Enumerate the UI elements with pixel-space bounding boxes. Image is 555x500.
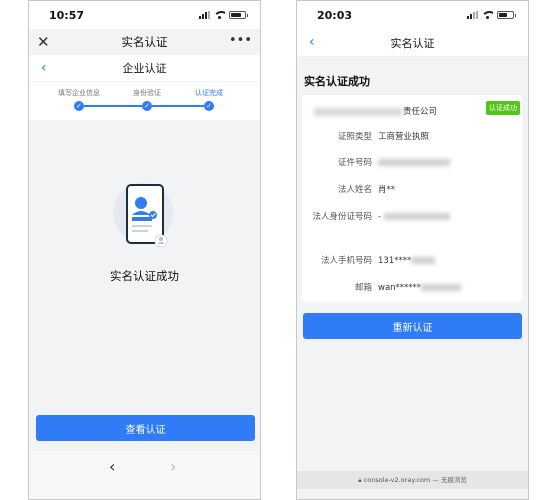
status-time: 20:03 [317,8,353,22]
company-name: 责任公司 [314,105,437,117]
certificate-illustration-icon [113,179,179,251]
sub-title: 企业认证 [122,62,167,75]
step-check-icon: ✓ [74,101,84,111]
battery-icon [497,11,516,19]
field-value [378,157,450,170]
status-badge: 认证成功 [486,101,520,115]
page-title: 实名认证 [121,35,168,49]
left-phone-screen: 10:57 ✕ 实名认证 ••• ‹ 企业认证 填写企业信息 身份验证 认证完成… [28,0,261,500]
right-phone-screen: 20:03 ‹ 实名认证 实名认证成功 责任公司 认证成功 证照类型 工商营业执… [296,0,529,500]
browser-url-bar[interactable]: 🔒︎ console-v2.oray.com — 无痕浏览 [297,471,528,489]
status-bar: 10:57 [29,1,260,29]
field-label: 邮箱 [354,283,372,293]
browser-bottom-nav: ‹ › [29,451,260,499]
lock-icon: 🔒︎ [358,476,362,484]
step-connector [152,105,204,107]
close-icon[interactable]: ✕ [37,32,50,52]
wifi-icon [482,11,493,19]
title-bar: ‹ 实名认证 [297,29,528,57]
step-connector [84,105,142,107]
step-check-icon: ✓ [142,101,152,111]
step-label-2: 身份验证 [133,89,161,97]
status-bar: 20:03 [297,1,528,29]
field-value: 131**** [378,255,436,268]
private-mode-label: — 无痕浏览 [432,476,467,484]
certification-info-card: 责任公司 认证成功 证照类型 工商营业执照 证件号码 法人姓名 肖** 法人身份… [302,95,522,302]
reverify-button[interactable]: 重新认证 [303,313,522,339]
battery-icon [229,11,248,19]
redacted-text [383,213,450,220]
title-bar: ✕ 实名认证 ••• [29,29,260,55]
chevron-left-icon[interactable]: ‹ [41,59,47,77]
field-value: wan****** [378,282,462,295]
company-suffix: 责任公司 [403,107,438,117]
step-label-1: 填写企业信息 [58,89,100,97]
status-time: 10:57 [49,8,85,22]
field-value: 肖** [378,185,396,195]
sub-header: ‹ 企业认证 [29,55,260,81]
wifi-icon [214,11,225,19]
signal-icon [199,11,210,19]
redacted-text [421,284,462,291]
step-label-3: 认证完成 [195,89,223,97]
chevron-left-icon[interactable]: ‹ [309,33,315,51]
field-label: 证照类型 [337,132,372,142]
field-label: 证件号码 [337,158,372,168]
system-icons [199,11,248,19]
field-value-text: wan****** [378,283,422,293]
view-certification-button[interactable]: 查看认证 [36,415,255,441]
field-label: 法人手机号码 [320,256,372,266]
chevron-left-icon[interactable]: ‹ [109,457,115,476]
redacted-text [411,257,436,264]
redacted-text [314,107,402,116]
url-host: console-v2.oray.com [363,476,431,484]
success-message: 实名认证成功 [110,269,179,283]
section-title: 实名认证成功 [304,75,370,88]
signal-icon [467,11,478,19]
more-dots-icon[interactable]: ••• [229,31,252,51]
field-value-text: 131**** [378,256,412,266]
redacted-text [378,159,450,166]
progress-steps: 填写企业信息 身份验证 认证完成 ✓ ✓ ✓ [29,82,260,120]
field-value: 工商营业执照 [378,132,430,142]
field-value: - [378,211,450,224]
field-value-text: - [378,212,382,222]
chevron-right-icon[interactable]: › [170,457,176,476]
page-title: 实名认证 [390,36,435,50]
step-check-icon: ✓ [204,101,214,111]
field-label: 法人身份证号码 [312,212,372,222]
field-label: 法人姓名 [337,185,372,195]
home-indicator-area [297,489,528,499]
system-icons [467,11,516,19]
